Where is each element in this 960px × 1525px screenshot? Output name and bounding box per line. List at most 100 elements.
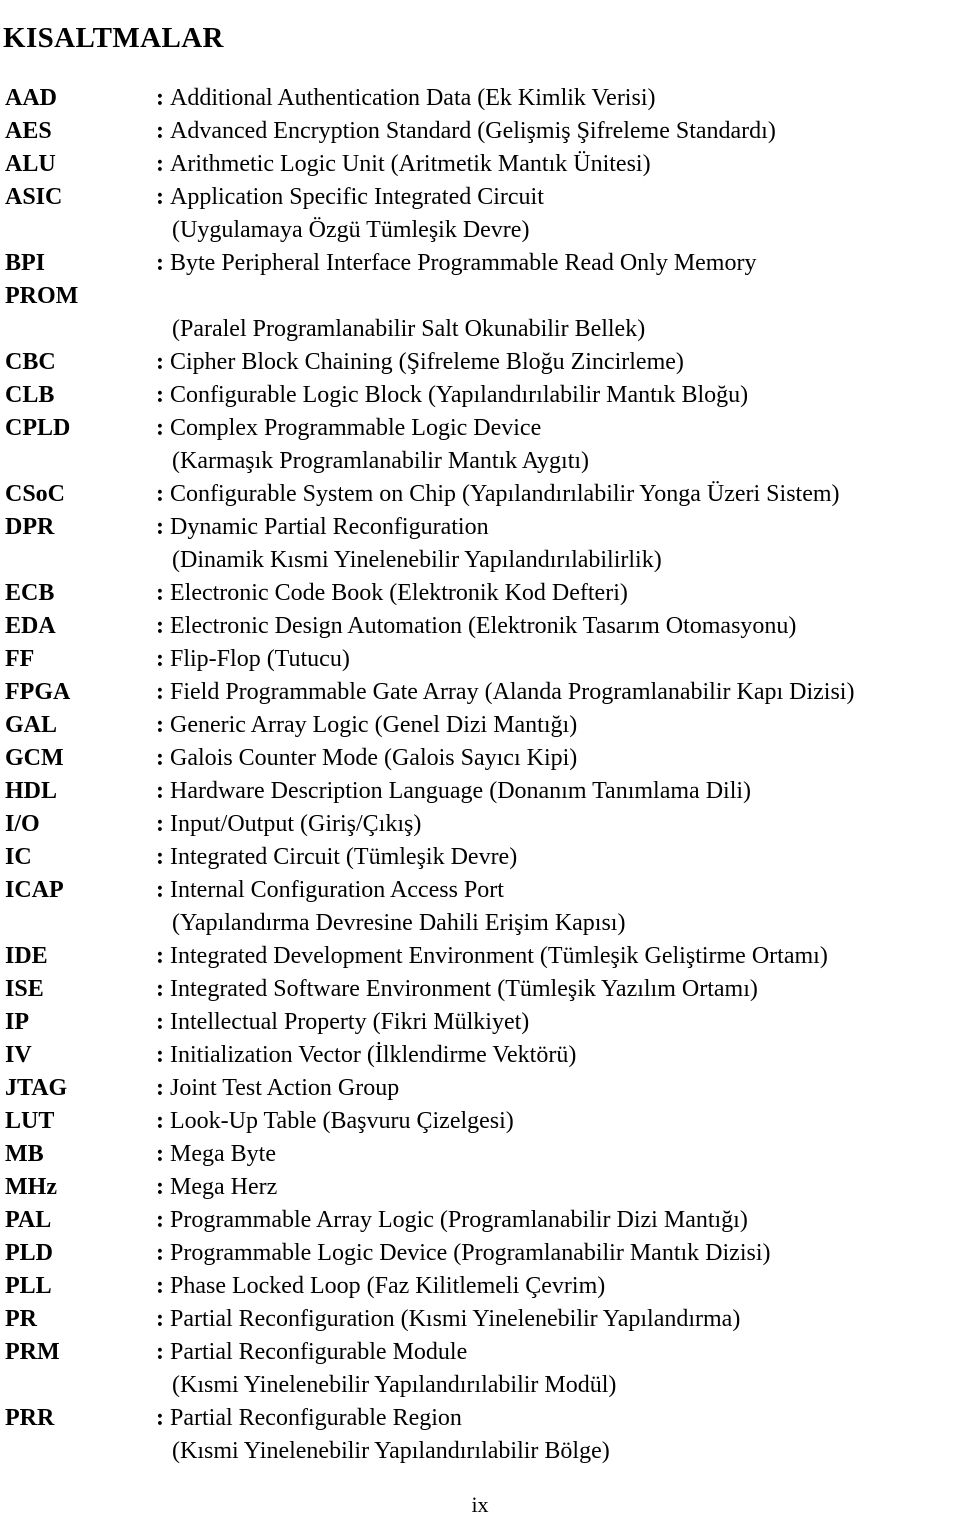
definition-continuation: (Dinamik Kısmi Yinelenebilir Yapılandırı… — [172, 547, 662, 573]
definition-text: Partial Reconfiguration (Kısmi Yineleneb… — [170, 1306, 741, 1332]
definition-text: Integrated Software Environment (Tümleşi… — [170, 976, 758, 1002]
abbreviation-term: CSoC — [5, 481, 66, 507]
definition-text: Cipher Block Chaining (Şifreleme Bloğu Z… — [170, 349, 684, 375]
abbreviation-term: DPR — [5, 514, 55, 540]
abbreviation-term: ECB — [5, 580, 55, 606]
abbreviation-row: CSoC : Configurable System on Chip (Yapıla… — [0, 478, 960, 511]
definition-text: Intellectual Property (Fikri Mülkiyet) — [170, 1009, 530, 1035]
abbreviation-term: PLL — [5, 1273, 52, 1299]
definition-continuation: (Paralel Programlanabilir Salt Okunabili… — [172, 316, 646, 342]
page-number: ix — [471, 1492, 489, 1517]
definition-text: Advanced Encryption Standard (Gelişmiş Ş… — [170, 118, 776, 144]
abbreviation-definition: : Advanced Encryption Standard (Gelişmiş … — [156, 115, 776, 148]
definition-text: Byte Peripheral Interface Programmable R… — [170, 250, 757, 276]
abbreviation-definition: : Flip-Flop (Tutucu) — [156, 643, 350, 676]
colon-separator: : — [156, 514, 164, 540]
abbreviation-definition: : Integrated Circuit (Tümleşik Devre) — [156, 841, 517, 874]
page-title: KISALTMALAR — [3, 22, 224, 55]
colon-separator: : — [156, 877, 164, 903]
colon-separator: : — [156, 976, 164, 1002]
abbreviation-continuation-row: (Paralel Programlanabilir Salt Okunabili… — [0, 313, 960, 346]
colon-separator: : — [156, 1306, 164, 1332]
colon-separator: : — [156, 1042, 164, 1068]
colon-separator: : — [156, 1075, 164, 1101]
definition-text: Flip-Flop (Tutucu) — [170, 646, 350, 672]
abbreviation-definition: : Configurable System on Chip (Yapılandır… — [156, 478, 840, 511]
abbreviation-term: ASIC — [5, 184, 63, 210]
colon-separator: : — [156, 844, 164, 870]
colon-separator: : — [156, 184, 164, 210]
abbreviation-definition: : Additional Authentication Data (Ek Kiml… — [156, 82, 655, 115]
abbreviation-row: MHz: Mega Herz — [0, 1171, 960, 1204]
definition-text: Integrated Development Environment (Tüml… — [170, 943, 828, 969]
abbreviation-term: CPLD — [5, 415, 71, 441]
definition-text: Configurable Logic Block (Yapılandırılab… — [170, 382, 749, 408]
definition-continuation: (Kısmi Yinelenebilir Yapılandırılabilir … — [172, 1438, 610, 1464]
abbreviation-term: IDE — [5, 943, 48, 969]
abbreviation-definition: : Integrated Development Environment (Tüm… — [156, 940, 828, 973]
colon-separator: : — [156, 712, 164, 738]
abbreviation-term: PR — [5, 1306, 37, 1332]
abbreviation-definition: : Dynamic Partial Reconfiguration — [156, 511, 489, 544]
abbreviation-continuation-row: (Karmaşık Programlanabilir Mantık Aygıtı… — [0, 445, 960, 478]
abbreviation-row: ALU: Arithmetic Logic Unit (Aritmetik Man… — [0, 148, 960, 181]
abbreviation-definition: : Complex Programmable Logic Device — [156, 412, 541, 445]
abbreviation-definition: : Mega Herz — [156, 1171, 277, 1204]
colon-separator: : — [156, 1240, 164, 1266]
abbreviation-term: GAL — [5, 712, 58, 738]
colon-separator: : — [156, 943, 164, 969]
abbreviation-row: HDL: Hardware Description Language (Donan… — [0, 775, 960, 808]
colon-separator: : — [156, 745, 164, 771]
abbreviation-row: PRM: Partial Reconfigurable Module — [0, 1336, 960, 1369]
abbreviation-definition: : Field Programmable Gate Array (Alanda P… — [156, 676, 854, 709]
definition-text: Look-Up Table (Başvuru Çizelgesi) — [170, 1108, 514, 1134]
colon-separator: : — [156, 1405, 164, 1431]
abbreviation-row: ISE: Integrated Software Environment (Tüm… — [0, 973, 960, 1006]
abbreviation-definition: : Mega Byte — [156, 1138, 276, 1171]
abbreviation-definition: : Cipher Block Chaining (Şifreleme Bloğu … — [156, 346, 684, 379]
colon-separator: : — [156, 118, 164, 144]
definition-continuation: (Kısmi Yinelenebilir Yapılandırılabilir … — [172, 1372, 617, 1398]
abbreviation-definition: : Programmable Array Logic (Programlanabi… — [156, 1204, 748, 1237]
abbreviation-row: ICAP: Internal Configuration Access Port — [0, 874, 960, 907]
abbreviation-row: AAD: Additional Authentication Data (Ek K… — [0, 82, 960, 115]
definition-text: Internal Configuration Access Port — [170, 877, 504, 903]
colon-separator: : — [156, 250, 164, 276]
colon-separator: : — [156, 1339, 164, 1365]
abbreviations-page: KISALTMALAR AAD: Additional Authenticatio… — [0, 0, 960, 1525]
abbreviation-term: GCM — [5, 745, 64, 771]
abbreviation-row: JTAG: Joint Test Action Group — [0, 1072, 960, 1105]
colon-separator: : — [156, 1174, 164, 1200]
definition-text: Hardware Description Language (Donanım T… — [170, 778, 752, 804]
abbreviation-term: FF — [5, 646, 35, 672]
definition-text: Partial Reconfigurable Module — [170, 1339, 468, 1365]
abbreviation-row: DPR : Dynamic Partial Reconfiguration — [0, 511, 960, 544]
abbreviation-continuation-row: (Yapılandırma Devresine Dahili Erişim Ka… — [0, 907, 960, 940]
abbreviation-list: AAD: Additional Authentication Data (Ek K… — [0, 82, 960, 1468]
abbreviation-row: FPGA : Field Programmable Gate Array (Alan… — [0, 676, 960, 709]
abbreviation-term: CBC — [5, 349, 56, 375]
abbreviation-row: PR: Partial Reconfiguration (Kısmi Yinele… — [0, 1303, 960, 1336]
colon-separator: : — [156, 382, 164, 408]
abbreviation-term: IV — [5, 1042, 32, 1068]
abbreviation-row: ASIC : Application Specific Integrated Cir… — [0, 181, 960, 214]
abbreviation-definition: : Intellectual Property (Fikri Mülkiyet) — [156, 1006, 529, 1039]
definition-text: Generic Array Logic (Genel Dizi Mantığı) — [170, 712, 578, 738]
abbreviation-definition: : Application Specific Integrated Circuit — [156, 181, 544, 214]
abbreviation-term-wrap-row: PROM — [0, 280, 960, 313]
abbreviation-continuation-row: (Kısmi Yinelenebilir Yapılandırılabilir … — [0, 1369, 960, 1402]
definition-continuation: (Uygulamaya Özgü Tümleşik Devre) — [172, 217, 530, 243]
abbreviation-row: FF : Flip-Flop (Tutucu) — [0, 643, 960, 676]
abbreviation-row: PRR: Partial Reconfigurable Region — [0, 1402, 960, 1435]
abbreviation-definition: : Phase Locked Loop (Faz Kilitlemeli Çevr… — [156, 1270, 605, 1303]
colon-separator: : — [156, 1009, 164, 1035]
abbreviation-term: ICAP — [5, 877, 64, 903]
abbreviation-term: BPI — [5, 250, 46, 276]
abbreviation-term: ALU — [5, 151, 56, 177]
abbreviation-term: FPGA — [5, 679, 71, 705]
definition-text: Field Programmable Gate Array (Alanda Pr… — [170, 679, 855, 705]
abbreviation-row: IV: Initialization Vector (İlklendirme Ve… — [0, 1039, 960, 1072]
abbreviation-row: IC: Integrated Circuit (Tümleşik Devre) — [0, 841, 960, 874]
abbreviation-term: CLB — [5, 382, 55, 408]
definition-text: Additional Authentication Data (Ek Kimli… — [170, 85, 656, 111]
